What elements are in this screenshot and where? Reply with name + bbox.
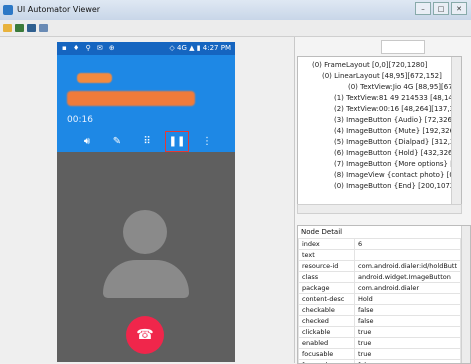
tree-node[interactable]: (2) TextView:00:16 [48,264][137,313] [334, 105, 462, 113]
node-detail-title: Node Detail [301, 228, 342, 236]
prop-value: true [355, 327, 461, 338]
prop-key: focusable [299, 349, 355, 360]
avatar-head [123, 210, 167, 254]
call-controls: 🔊︎ ✎ ⠿ ❚❚ ⋮ [57, 130, 235, 154]
mute-icon[interactable]: ✎ [108, 133, 126, 149]
prop-value: false [355, 316, 461, 327]
prop-key: enabled [299, 338, 355, 349]
status-right-info: ◇ 4G ▲ ▮ 4:27 PM [169, 44, 231, 52]
call-header: 00:16 🔊︎ ✎ ⠿ ❚❚ ⋮ [57, 55, 235, 152]
prop-key: class [299, 272, 355, 283]
prop-key: clickable [299, 327, 355, 338]
avatar-body [103, 260, 189, 298]
end-call-icon: ☎ [136, 327, 153, 343]
table-row[interactable]: packagecom.android.dialer [299, 283, 461, 294]
save-icon[interactable] [39, 24, 48, 32]
prop-value: true [355, 338, 461, 349]
table-row[interactable]: content-descHold [299, 294, 461, 305]
table-row[interactable]: text [299, 250, 461, 261]
tree-node[interactable]: (0) TextView:Jio 4G [88,95][672,152 [348, 83, 462, 91]
tree-node[interactable]: (8) ImageView {contact photo} [0,438] [334, 171, 462, 179]
prop-key: index [299, 239, 355, 250]
window-title: UI Automator Viewer [17, 5, 100, 14]
prop-value: com.android.dialer [355, 283, 461, 294]
table-row[interactable]: resource-idcom.android.dialer:id/holdBut… [299, 261, 461, 272]
prop-value: 6 [355, 239, 461, 250]
table-row[interactable]: enabledtrue [299, 338, 461, 349]
prop-value: true [355, 349, 461, 360]
prop-value: false [355, 305, 461, 316]
tree-node[interactable]: (3) ImageButton {Audio} [72,326][168, [334, 116, 462, 124]
hierarchy-tree[interactable]: (0) FrameLayout [0,0][720,1280] (0) Line… [297, 56, 462, 206]
toolbar [0, 20, 471, 37]
prop-key: content-desc [299, 294, 355, 305]
screenshot-pane: ▪ ♦ ⚲ ✉ ⊕ ◇ 4G ▲ ▮ 4:27 PM 00:16 🔊︎ ✎ ⠿ … [0, 37, 295, 363]
prop-value: Hold [355, 294, 461, 305]
prop-value: com.android.dialer:id/holdButt [355, 261, 461, 272]
open-folder-icon[interactable] [3, 24, 12, 32]
phone-status-bar: ▪ ♦ ⚲ ✉ ⊕ ◇ 4G ▲ ▮ 4:27 PM [57, 42, 235, 55]
table-row[interactable]: focusabletrue [299, 349, 461, 360]
prop-value: false [355, 360, 461, 364]
table-row[interactable]: classandroid.widget.ImageButton [299, 272, 461, 283]
app-icon [3, 5, 13, 15]
redacted-caller-number [67, 91, 195, 106]
hold-button-selected[interactable]: ❚❚ [165, 131, 189, 152]
prop-key: focused [299, 360, 355, 364]
table-row[interactable]: checkablefalse [299, 305, 461, 316]
device-screenshot-icon[interactable] [15, 24, 24, 32]
prop-key: package [299, 283, 355, 294]
tree-vertical-scrollbar[interactable] [451, 57, 461, 205]
tree-node[interactable]: (0) FrameLayout [0,0][720,1280] [312, 61, 427, 69]
status-left-icons: ▪ ♦ ⚲ ✉ ⊕ [62, 44, 117, 52]
device-screen[interactable]: ▪ ♦ ⚲ ✉ ⊕ ◇ 4G ▲ ▮ 4:27 PM 00:16 🔊︎ ✎ ⠿ … [57, 42, 235, 362]
inspector-pane: (0) FrameLayout [0,0][720,1280] (0) Line… [295, 37, 471, 363]
prop-key: checkable [299, 305, 355, 316]
tree-node[interactable]: (4) ImageButton {Mute} [192,326][288, [334, 127, 462, 135]
table-row[interactable]: checkedfalse [299, 316, 461, 327]
prop-value [355, 250, 461, 261]
prop-key: text [299, 250, 355, 261]
filter-input[interactable] [381, 40, 425, 54]
table-row[interactable]: index6 [299, 239, 461, 250]
dialpad-icon[interactable]: ⠿ [138, 133, 156, 149]
speaker-icon[interactable]: 🔊︎ [78, 133, 96, 149]
tree-node[interactable]: (1) TextView:81 49 214533 [48,143][592 [334, 94, 462, 102]
table-row[interactable]: clickabletrue [299, 327, 461, 338]
minimize-button[interactable]: – [415, 2, 431, 15]
compressed-screenshot-icon[interactable] [27, 24, 36, 32]
more-options-icon[interactable]: ⋮ [198, 133, 216, 149]
tree-node[interactable]: (5) ImageButton {Dialpad} [312,326][40 [334, 138, 462, 146]
window-titlebar: UI Automator Viewer – □ ✕ [0, 0, 471, 21]
tree-node[interactable]: (7) ImageButton {More options} [552,3 [334, 160, 462, 168]
window-controls: – □ ✕ [415, 2, 467, 15]
node-detail-scrollbar[interactable] [461, 226, 470, 363]
contact-photo: ☎ [57, 152, 235, 362]
tree-horizontal-scrollbar[interactable] [297, 204, 462, 214]
tree-node[interactable]: (0) ImageButton {End} [200,1072][42 [334, 182, 462, 190]
prop-value: android.widget.ImageButton [355, 272, 461, 283]
tree-node[interactable]: (0) LinearLayout [48,95][672,152] [322, 72, 442, 80]
node-detail-panel: Node Detail index6 text resource-idcom.a… [297, 225, 471, 364]
call-timer: 00:16 [67, 115, 93, 125]
prop-key: resource-id [299, 261, 355, 272]
redacted-caller-label [77, 73, 112, 83]
node-detail-table: index6 text resource-idcom.android.diale… [298, 238, 461, 364]
maximize-button[interactable]: □ [433, 2, 449, 15]
end-call-button[interactable]: ☎ [126, 316, 164, 354]
table-row[interactable]: focusedfalse [299, 360, 461, 364]
prop-key: checked [299, 316, 355, 327]
tree-node-selected[interactable]: (6) ImageButton {Hold} [432,326][528, [334, 149, 462, 157]
close-button[interactable]: ✕ [451, 2, 467, 15]
